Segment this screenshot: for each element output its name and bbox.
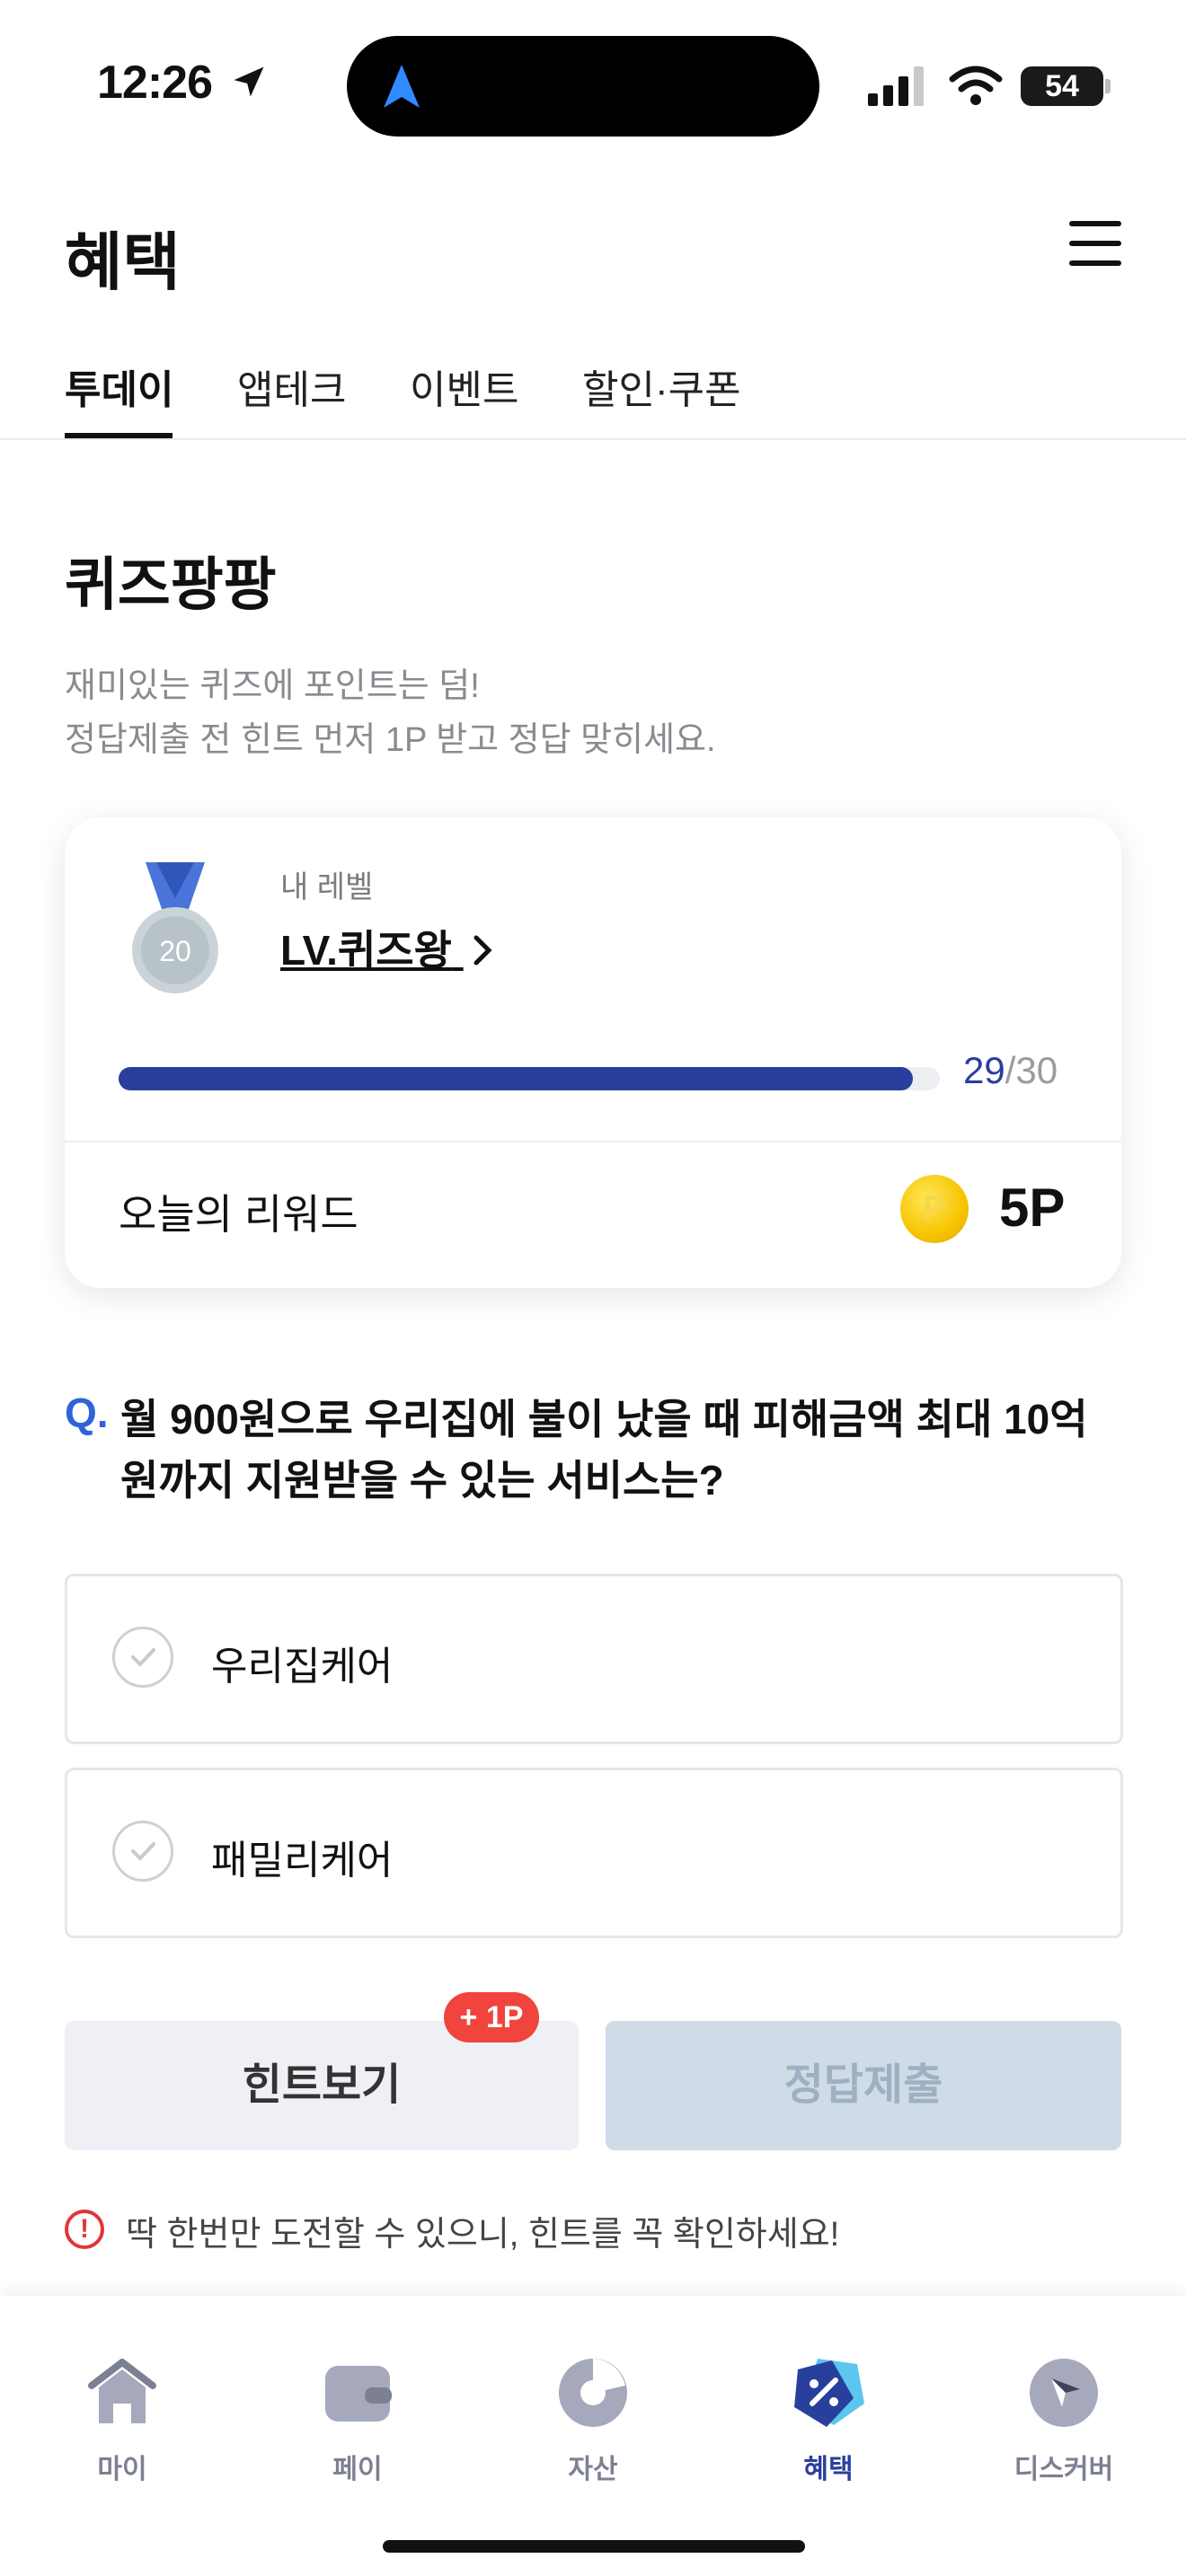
nav-label: 페이 (332, 2455, 383, 2484)
battery-tip (1105, 79, 1111, 93)
reward-label: 오늘의 리워드 (119, 1191, 358, 1238)
reward-value: 5P (999, 1178, 1066, 1238)
tab-today[interactable]: 투데이 (65, 357, 173, 415)
hint-bonus-badge: + 1P (444, 1992, 539, 2042)
benefit-tag-icon (794, 2359, 864, 2427)
level-progress-count: 29/30 (963, 1049, 1058, 1091)
status-time: 12:26 (97, 56, 269, 110)
tab-event[interactable]: 이벤트 (410, 357, 518, 415)
tabs-divider (0, 438, 1186, 440)
question-marker: Q. (65, 1389, 109, 1436)
nav-label: 자산 (568, 2455, 618, 2484)
page-title: 혜택 (65, 227, 181, 297)
svg-text:20: 20 (159, 935, 191, 967)
check-circle-icon (112, 1627, 173, 1688)
answer-option-label: 패밀리케어 (211, 1839, 394, 1883)
home-indicator (383, 2540, 805, 2553)
point-coin-icon: P (900, 1175, 969, 1243)
medal-icon: 20 (132, 862, 218, 993)
dynamic-island (347, 36, 819, 137)
question-text: 월 900원으로 우리집에 불이 났을 때 피해금액 최대 10억원까지 지원받… (120, 1396, 1088, 1504)
nav-label-active: 혜택 (803, 2455, 854, 2484)
section-title: 퀴즈팡팡 (65, 552, 277, 617)
alert-circle-icon: ! (65, 2210, 104, 2249)
wifi-icon (949, 66, 1003, 105)
notice-text: 딱 한번만 도전할 수 있으니, 힌트를 꼭 확인하세요! (126, 2216, 840, 2254)
tab-apptech[interactable]: 앱테크 (237, 357, 346, 415)
chevron-right-icon (474, 935, 492, 966)
compass-icon (1030, 2359, 1098, 2427)
navigation-arrow-icon (384, 65, 420, 108)
level-progress-bar (119, 1067, 940, 1090)
card-divider (65, 1141, 1121, 1142)
bottom-navigation: 마이 페이 자산 혜택 디스커버 (0, 2296, 1186, 2576)
battery-indicator: 54 (1021, 66, 1103, 106)
quiz-description-line2: 정답제출 전 힌트 먼저 1P 받고 정답 맞히세요. (65, 721, 716, 759)
level-name-link[interactable]: LV.퀴즈왕 (280, 918, 496, 977)
nav-label: 마이 (97, 2455, 147, 2484)
hamburger-menu-icon[interactable] (1069, 221, 1121, 266)
level-label: 내 레벨 (280, 870, 374, 904)
cellular-signal-icon (868, 66, 924, 106)
answer-option[interactable]: 패밀리케어 (65, 1768, 1123, 1938)
answer-option-label: 우리집케어 (211, 1645, 394, 1689)
level-progress-fill (119, 1067, 913, 1090)
wallet-icon (325, 2366, 392, 2422)
pie-chart-icon (559, 2359, 627, 2427)
quiz-description-line1: 재미있는 퀴즈에 포인트는 덤! (65, 667, 480, 705)
submit-answer-button[interactable]: 정답제출 (606, 2021, 1121, 2150)
level-card: 20 내 레벨 LV.퀴즈왕 29/30 오늘의 리워드 P 5P (65, 817, 1121, 1288)
tab-discount-coupon[interactable]: 할인·쿠폰 (582, 357, 741, 415)
nav-label: 디스커버 (1013, 2455, 1114, 2484)
home-icon (88, 2359, 156, 2423)
check-circle-icon (112, 1821, 173, 1882)
location-arrow-icon (234, 66, 264, 97)
answer-option[interactable]: 우리집케어 (65, 1574, 1123, 1744)
